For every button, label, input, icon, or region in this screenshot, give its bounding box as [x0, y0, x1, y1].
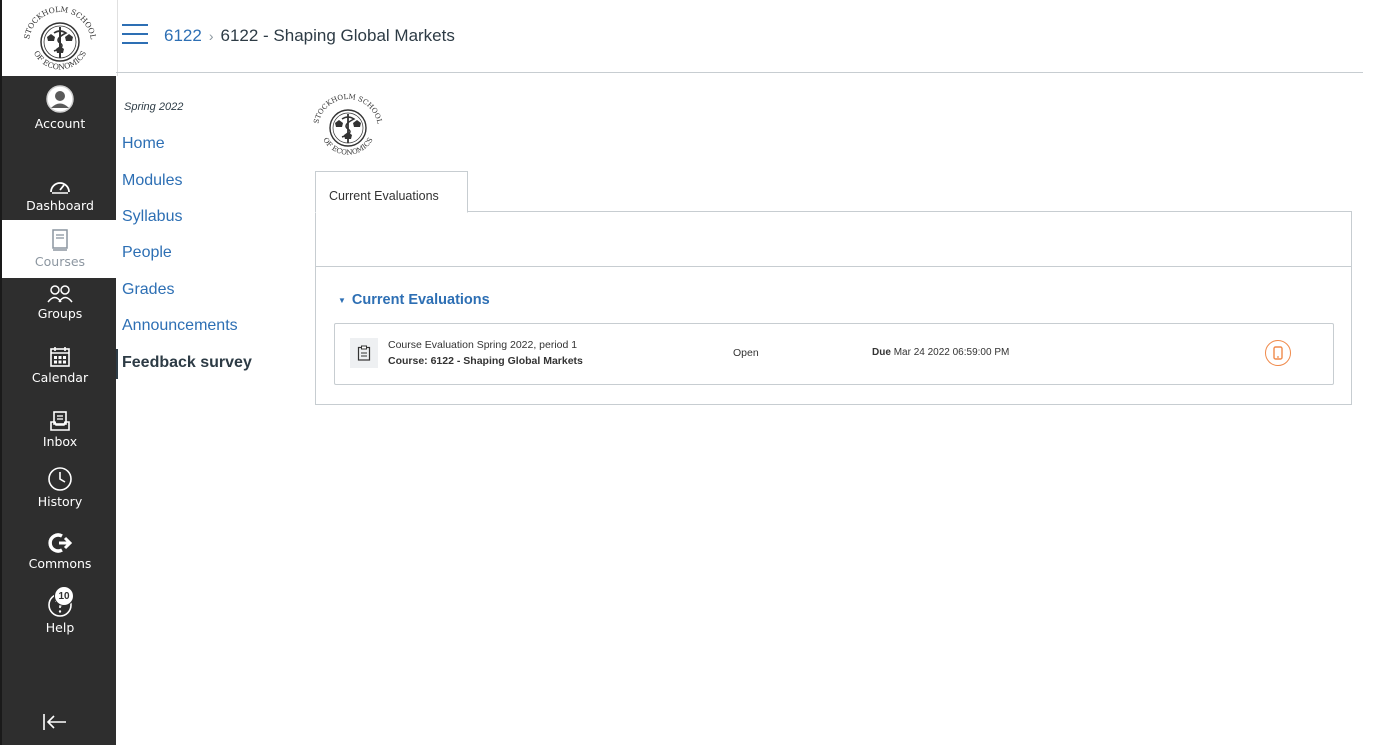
courses-icon [52, 229, 68, 251]
evaluation-due: Due Mar 24 2022 06:59:00 PM [872, 347, 1009, 358]
breadcrumb-separator: › [208, 28, 214, 44]
panel-divider [316, 266, 1351, 267]
evaluation-name[interactable]: Course Evaluation Spring 2022, period 1 [388, 339, 577, 351]
due-label: Due [872, 347, 891, 358]
course-menu-toggle[interactable] [122, 24, 148, 46]
course-logo: STOCKHOLM SCHOOL OF ECONOMICS [302, 83, 394, 175]
breadcrumb-current: 6122 - Shaping Global Markets [220, 26, 455, 45]
avatar-icon [46, 85, 74, 113]
course-nav-syllabus[interactable]: Syllabus [122, 208, 182, 226]
help-notification-badge: 10 [54, 586, 74, 606]
calendar-icon [50, 347, 70, 367]
nav-inbox-label: Inbox [42, 434, 78, 449]
dashboard-icon [50, 182, 70, 194]
breadcrumb-course-link[interactable]: 6122 [164, 26, 202, 46]
inbox-icon [50, 411, 70, 431]
section-title: Current Evaluations [351, 292, 490, 308]
nav-history[interactable]: History [2, 464, 118, 524]
collapse-arrow-icon [43, 714, 66, 730]
collapse-nav-button[interactable] [42, 712, 78, 738]
page-header: 6122 › 6122 - Shaping Global Markets [116, 0, 1363, 73]
current-evaluations-toggle[interactable]: ▼ Current Evaluations [338, 292, 490, 308]
course-nav-people[interactable]: People [122, 244, 172, 262]
due-date: Mar 24 2022 06:59:00 PM [893, 347, 1010, 358]
course-nav-home[interactable]: Home [122, 135, 165, 153]
evaluation-row[interactable]: Course Evaluation Spring 2022, period 1 … [334, 323, 1334, 385]
nav-dashboard[interactable]: Dashboard [2, 166, 118, 226]
evaluation-course: Course: 6122 - Shaping Global Markets [388, 355, 583, 367]
course-nav-grades[interactable]: Grades [122, 281, 174, 299]
caret-down-icon: ▼ [338, 295, 346, 305]
nav-calendar[interactable]: Calendar [2, 340, 118, 400]
global-nav: STOCKHOLM SCHOOL OF ECONOMICS Account Da… [0, 0, 118, 745]
clipboard-icon [350, 338, 378, 368]
evaluations-panel: ▼ Current Evaluations Course Evaluation … [315, 211, 1352, 405]
history-icon [48, 467, 72, 491]
course-term: Spring 2022 [124, 101, 184, 113]
nav-commons-label: Commons [28, 556, 92, 571]
nav-calendar-label: Calendar [31, 370, 89, 385]
evaluation-status: Open [733, 347, 759, 359]
school-logo[interactable]: STOCKHOLM SCHOOL OF ECONOMICS [2, 0, 118, 76]
mobile-icon [1273, 346, 1283, 360]
nav-dashboard-label: Dashboard [26, 198, 94, 213]
nav-account[interactable]: Account [2, 84, 118, 144]
nav-commons[interactable]: Commons [2, 528, 118, 588]
nav-account-label: Account [34, 116, 86, 131]
tab-current-evaluations[interactable]: Current Evaluations [315, 171, 468, 213]
nav-courses-label: Courses [34, 254, 86, 269]
start-evaluation-button[interactable] [1265, 340, 1291, 366]
nav-groups[interactable]: Groups [2, 282, 118, 342]
groups-icon [47, 285, 73, 303]
course-nav-feedback-survey[interactable]: Feedback survey [116, 349, 252, 379]
nav-help-label: Help [45, 620, 75, 635]
nav-courses[interactable]: Courses [2, 220, 118, 278]
school-seal-icon: STOCKHOLM SCHOOL OF ECONOMICS [22, 5, 98, 72]
course-nav-announcements[interactable]: Announcements [122, 317, 238, 335]
commons-icon [48, 533, 72, 553]
nav-groups-label: Groups [37, 306, 83, 321]
breadcrumb: 6122 › 6122 - Shaping Global Markets [164, 26, 455, 46]
nav-inbox[interactable]: Inbox [2, 406, 118, 466]
nav-history-label: History [37, 494, 83, 509]
school-seal-icon: STOCKHOLM SCHOOL OF ECONOMICS [312, 93, 383, 157]
course-nav-modules[interactable]: Modules [122, 172, 182, 190]
